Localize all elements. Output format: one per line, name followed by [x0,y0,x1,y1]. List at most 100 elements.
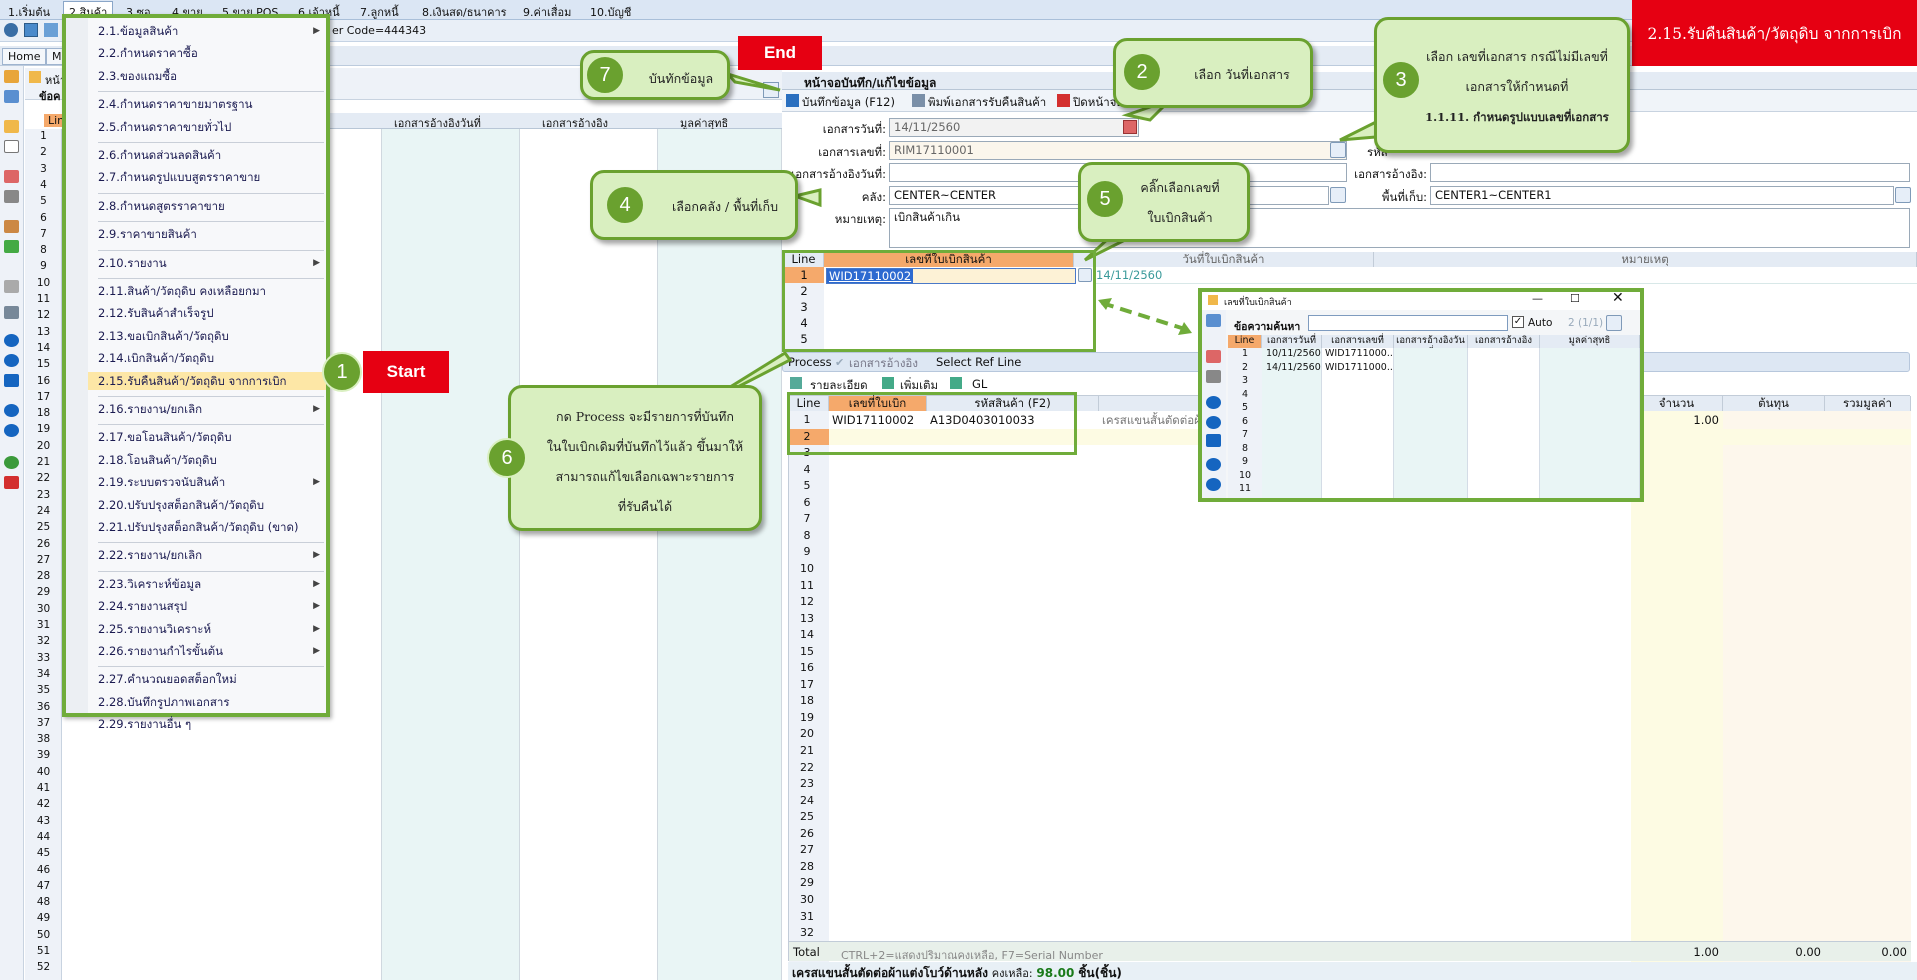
calc-icon[interactable] [4,190,19,203]
doc-date-field[interactable]: 14/11/2560 [889,118,1139,137]
help-icon[interactable] [4,456,19,469]
minimize-icon[interactable]: — [1532,292,1543,305]
doc-no-lookup-icon[interactable] [1330,142,1346,158]
window-icon[interactable] [24,23,38,37]
menu-debtor[interactable]: 7.ลูกหนี้ [360,3,399,21]
menu-item-10[interactable]: 2.10.รายงาน ▶ [98,254,326,272]
menu-item-28[interactable]: 2.28.บันทึกรูปภาพเอกสาร [98,693,326,711]
popup-search-input[interactable] [1308,315,1508,331]
ref-doc-button[interactable]: เอกสารอ้างอิง [849,355,918,373]
remark-field[interactable]: เบิกสินค้าเกิน [889,208,1910,248]
calendar-icon[interactable] [1123,120,1137,134]
popup-col-header[interactable]: Line [1228,335,1262,348]
menu-item-4[interactable]: 2.4.กำหนดราคาขายมาตรฐาน [98,95,326,113]
fast-forward-icon[interactable] [4,374,19,387]
checklist-icon[interactable] [1206,350,1221,363]
popup-row-date[interactable]: 10/11/2560 [1266,348,1321,359]
checklist-icon[interactable] [4,170,19,183]
menu-item-2[interactable]: 2.2.กำหนดราคาซื้อ [98,44,326,62]
menu-item-7[interactable]: 2.7.กำหนดรูปแบบสูตรราคาขาย [98,168,326,186]
grid2-row1-qty[interactable]: 1.00 [1631,412,1719,428]
print-button[interactable]: พิมพ์เอกสารรับคืนสินค้า [928,94,1046,112]
tree-icon[interactable] [1206,314,1221,327]
menu-depreciation[interactable]: 9.ค่าเสื่อม [523,3,571,21]
clock-icon[interactable] [4,23,18,37]
menu-item-16[interactable]: 2.16.รายงาน/ยกเลิก ▶ [98,400,326,418]
popup-col-header[interactable]: มูลค่าสุทธิ [1540,335,1640,348]
menu-item-15[interactable]: 2.15.รับคืนสินค้า/วัตถุดิบ จากการเบิก [88,371,326,390]
menu-item-1[interactable]: 2.1.ข้อมูลสินค้า ▶ [98,22,326,40]
new-doc-icon[interactable] [4,120,19,133]
menu-item-27[interactable]: 2.27.คำนวณยอดสต็อกใหม่ [98,670,326,688]
process-button[interactable]: Process [788,355,832,369]
popup-col-header[interactable]: เอกสารวันที่ [1262,335,1322,348]
popup-close-icon[interactable]: ✕ [1612,290,1624,306]
popup-row-doc[interactable]: WID1711000.. [1325,348,1393,359]
select-ref-line-button[interactable]: Select Ref Line [936,355,1021,369]
popup-search-icon[interactable] [1606,315,1622,331]
menu-item-18[interactable]: 2.18.โอนสินค้า/วัตถุดิบ [98,451,326,469]
close-form-icon [1057,94,1070,107]
grid2-row-number: 5 [803,479,811,493]
menu-cash[interactable]: 8.เงินสด/ธนาคาร [422,3,507,21]
menu-item-17[interactable]: 2.17.ขอโอนสินค้า/วัตถุดิบ [98,428,326,446]
blank-doc-icon[interactable] [4,140,19,153]
menu-item-5[interactable]: 2.5.กำหนดราคาขายทั่วไป [98,118,326,136]
auto-checkbox[interactable]: ✓ [1512,316,1524,328]
maximize-icon[interactable]: ☐ [1570,292,1580,305]
menu-item-12[interactable]: 2.12.รับสินค้าสำเร็จรูป [98,304,326,322]
menu-item-20[interactable]: 2.20.ปรับปรุงสต็อกสินค้า/วัตถุดิบ [98,496,326,514]
prev-icon[interactable] [4,334,19,347]
next-icon[interactable] [1206,416,1221,429]
menu-item-11[interactable]: 2.11.สินค้า/วัตถุดิบ คงเหลือยกมา [98,282,326,300]
up-icon[interactable] [1206,458,1221,471]
menu-item-22[interactable]: 2.22.รายงาน/ยกเลิก ▶ [98,546,326,564]
location-lookup-icon[interactable] [1895,187,1911,203]
close-icon[interactable] [4,476,19,489]
list-icon[interactable] [4,280,19,293]
menu-item-24[interactable]: 2.24.รายงานสรุป ▶ [98,597,326,615]
menu-item-9[interactable]: 2.9.ราคาขายสินค้า [98,225,326,243]
menu-item-25[interactable]: 2.25.รายงานวิเคราะห์ ▶ [98,620,326,638]
folder-icon[interactable] [4,70,19,83]
popup-row-date[interactable]: 14/11/2560 [1266,362,1321,373]
popup-col-header[interactable]: เอกสารอ้างอิงวันที่ [1394,335,1468,358]
save-button[interactable]: บันทึกข้อมูล (F12) [802,94,895,112]
printer-icon[interactable] [4,306,19,319]
menu-item-21[interactable]: 2.21.ปรับปรุงสต็อกสินค้า/วัตถุดิบ (ขาด) [98,518,326,536]
export-icon[interactable] [4,240,19,253]
menu-item-19[interactable]: 2.19.ระบบตรวจนับสินค้า ▶ [98,473,326,491]
search-icon[interactable] [763,82,779,98]
calc-icon[interactable] [1206,370,1221,383]
menu-item-13[interactable]: 2.13.ขอเบิกสินค้า/วัตถุดิบ [98,327,326,345]
import-icon[interactable] [4,220,19,233]
ref-doc-field[interactable] [1430,163,1910,182]
next-icon[interactable] [4,354,19,367]
warehouse-lookup-icon[interactable] [1330,187,1346,203]
down-icon[interactable] [1206,478,1221,491]
doc-no-field[interactable]: RIM17110001 [889,141,1347,160]
tab-gl[interactable]: GL [972,377,987,391]
menu-item-23[interactable]: 2.23.วิเคราะห์ข้อมูล ▶ [98,575,326,593]
menu-item-8[interactable]: 2.8.กำหนดสูตรราคาขาย [98,197,326,215]
fast-forward-icon[interactable] [1206,434,1221,447]
popup-col-header[interactable]: เอกสารเลขที่ [1322,335,1394,348]
down-icon[interactable] [4,424,19,437]
menu-item-label: 2.2.กำหนดราคาซื้อ [98,46,198,61]
menu-start[interactable]: 1.เริ่มต้น [8,3,50,21]
end-label: End [738,36,822,70]
tab-home[interactable]: Home [2,48,47,65]
location-field[interactable]: CENTER1~CENTER1 [1430,186,1894,205]
menu-item-29[interactable]: 2.29.รายงานอื่น ๆ [98,715,326,733]
up-icon[interactable] [4,404,19,417]
grid-icon[interactable] [44,23,58,37]
menu-accounting[interactable]: 10.บัญชี [590,3,631,21]
popup-col-header[interactable]: เอกสารอ้างอิง [1468,335,1540,348]
tree-icon[interactable] [4,90,19,103]
menu-item-3[interactable]: 2.3.ของแถมซื้อ [98,67,326,85]
menu-item-6[interactable]: 2.6.กำหนดส่วนลดสินค้า [98,146,326,164]
menu-item-14[interactable]: 2.14.เบิกสินค้า/วัตถุดิบ [98,349,326,367]
popup-row-doc[interactable]: WID1711000.. [1325,362,1393,373]
menu-item-26[interactable]: 2.26.รายงานกำไรขั้นต้น ▶ [98,642,326,660]
prev-icon[interactable] [1206,396,1221,409]
